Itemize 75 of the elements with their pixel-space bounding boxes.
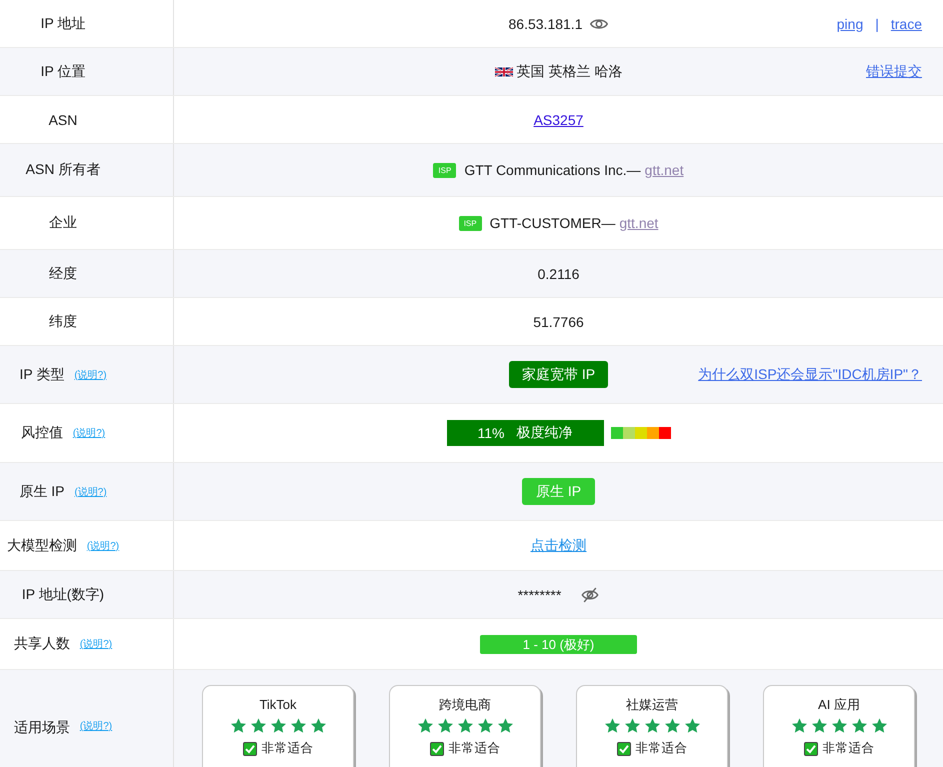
scenario-title: AI 应用 <box>818 697 860 713</box>
star-icon <box>664 718 680 733</box>
star-icon <box>230 718 246 733</box>
star-icon <box>812 718 826 733</box>
help-link[interactable]: (说明?) <box>72 426 106 440</box>
hidden-eye-icon[interactable] <box>581 586 600 602</box>
coordinate-value: 51.7766 <box>533 314 584 330</box>
row-label: 共享人数 <box>14 635 70 653</box>
star-icon <box>290 718 306 733</box>
suitability-label: 非常适合 <box>636 740 688 757</box>
scenario-title: TikTok <box>259 697 297 713</box>
organization-name: GTT Communications Inc.— <box>464 162 641 178</box>
row-label: ASN 所有者 <box>26 161 100 179</box>
star-icon <box>792 718 806 733</box>
report-error-link[interactable]: 错误提交 <box>866 62 922 80</box>
star-icon <box>498 718 512 733</box>
help-link[interactable]: (说明?) <box>80 719 112 733</box>
help-link[interactable]: (说明?) <box>74 484 107 498</box>
star-icon <box>478 718 492 733</box>
risk-scale-drawing <box>610 427 670 439</box>
scenario-title: 跨境电商 <box>439 697 491 713</box>
sharing-badge: 1 - 10 (极好) <box>480 634 637 654</box>
row-label: 纬度 <box>49 312 77 330</box>
risk-verdict: 极度纯净 <box>516 424 572 442</box>
row-label: 原生 IP <box>19 482 64 500</box>
suitability-label: 非常适合 <box>822 740 874 757</box>
row-label: IP 地址 <box>40 14 86 32</box>
star-icon <box>832 718 846 733</box>
row-label: 经度 <box>49 264 77 282</box>
star-icon <box>418 718 432 733</box>
masked-ip: ******** <box>518 586 562 602</box>
help-link[interactable]: (说明?) <box>80 637 112 651</box>
coordinate-value: 0.2116 <box>538 266 580 282</box>
suitability-label: 非常适合 <box>448 740 500 757</box>
row-label: 企业 <box>49 214 77 232</box>
flag-icon <box>494 66 513 78</box>
suitability-label: 非常适合 <box>262 740 314 757</box>
tool-link[interactable]: trace <box>890 16 922 32</box>
row-label: 适用场景 <box>14 719 70 737</box>
star-icon <box>458 718 472 733</box>
help-link[interactable]: (说明?) <box>74 368 107 382</box>
tool-link[interactable]: ping <box>836 16 864 32</box>
star-icon <box>604 718 620 733</box>
domain-link[interactable]: gtt.net <box>644 162 684 178</box>
star-icon <box>250 718 266 733</box>
star-icon <box>310 718 326 733</box>
risk-percent: 11% <box>478 425 504 441</box>
location-text: 英国 英格兰 哈洛 <box>516 62 622 80</box>
domain-link[interactable]: gtt.net <box>619 215 658 231</box>
row-label: 大模型检测 <box>6 536 77 554</box>
row-label: IP 地址(数字) <box>22 586 104 604</box>
help-link[interactable]: (说明?) <box>86 538 120 552</box>
star-icon <box>624 718 640 733</box>
star-icon <box>852 718 866 733</box>
row-label: ASN <box>48 112 78 128</box>
asn-link[interactable]: AS3257 <box>534 112 584 128</box>
organization-name: GTT-CUSTOMER— <box>490 215 616 231</box>
row-label: IP 位置 <box>40 62 86 80</box>
faq-link[interactable]: 为什么双ISP还会显示"IDC机房IP"？ <box>698 366 922 384</box>
ip-type-badge: 家庭宽带 IP <box>508 361 608 388</box>
row-label: IP 类型 <box>19 366 64 384</box>
star-icon <box>438 718 452 733</box>
link-separator: | <box>875 16 879 32</box>
star-icon <box>684 718 700 733</box>
native-ip-badge: 原生 IP <box>522 478 596 505</box>
star-icon <box>270 718 286 733</box>
star-icon <box>872 718 886 733</box>
isp-badge: ISP <box>458 216 482 230</box>
row-label: 风控值 <box>20 424 63 442</box>
scenario-title: 社媒运营 <box>626 697 678 713</box>
star-icon <box>644 718 660 733</box>
isp-badge: ISP <box>433 162 456 178</box>
check-link[interactable]: 点击检测 <box>530 536 586 554</box>
ip-address: 86.53.181.1 <box>508 16 582 32</box>
eye-icon[interactable] <box>590 18 608 30</box>
